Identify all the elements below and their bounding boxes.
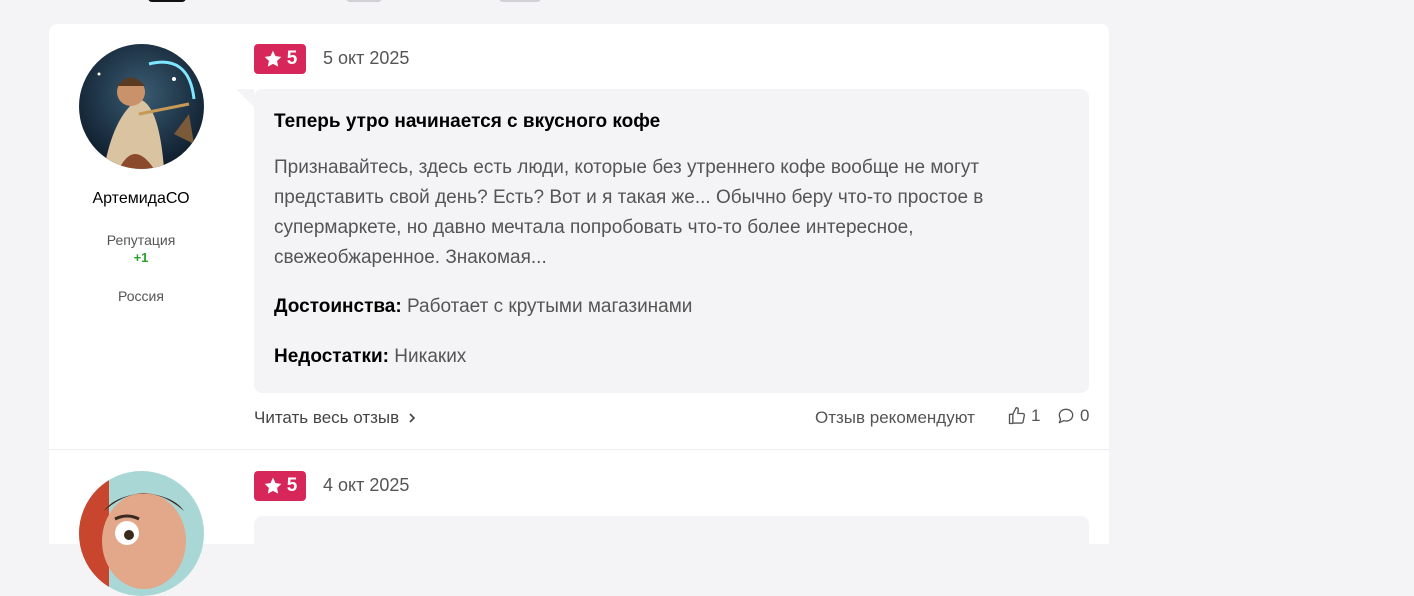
pros-label: Достоинства: [274,296,402,317]
rating-value: 5 [286,48,298,69]
review-date: 4 окт 2025 [323,475,410,495]
avatar-image [79,44,204,169]
review-body [254,516,1089,576]
cons-text: Никаких [394,346,467,367]
rating-badge: 5 [254,471,306,501]
star-icon [264,50,282,67]
author-name[interactable]: АртемидаСО [49,190,233,208]
comments-button[interactable]: 0 [1056,406,1089,426]
cons-label: Недостатки: [274,346,389,367]
pros-text: Работает с крутыми магазинами [406,296,693,317]
review-body: Теперь утро начинается с вкусного кофе П… [236,89,1089,393]
avatar-image [79,471,204,596]
rating-value: 5 [286,475,298,496]
review-pros: Достоинства: Работает с крутыми магазина… [274,296,692,318]
review-cons: Недостатки: Никаких [274,346,466,368]
reviews-card: АртемидаСО Репутация +1 Россия 5 5 окт 2… [49,24,1109,596]
rating-badge: 5 [254,44,306,74]
avatar[interactable] [79,471,204,596]
reputation-label: Репутация [106,232,176,248]
like-button[interactable]: 1 [1007,406,1040,426]
review-title[interactable]: Теперь утро начинается с вкусного кофе [274,111,660,133]
review-date: 5 окт 2025 [323,48,410,68]
review-item: 5 4 окт 2025 [49,451,1109,596]
tab-pill[interactable] [148,0,186,2]
recommend-label: Отзыв рекомендуют [815,408,975,427]
likes-count: 1 [1031,406,1041,425]
comment-icon [1058,408,1074,424]
review-item: АртемидаСО Репутация +1 Россия 5 5 окт 2… [49,24,1109,450]
thumbs-up-icon [1008,407,1026,425]
tab-pill[interactable] [499,0,541,2]
review-text: Признавайтесь, здесь есть люди, которые … [274,157,984,268]
top-tabs-strip [0,0,1414,4]
avatar[interactable] [79,44,204,169]
read-more-label: Читать весь отзыв [254,408,400,427]
author-country: Россия [118,288,164,304]
comments-count: 0 [1080,406,1090,425]
chevron-right-icon [409,413,416,423]
reputation-value: +1 [133,250,149,265]
read-more-link[interactable]: Читать весь отзыв [254,408,417,428]
tab-pill[interactable] [346,0,382,2]
star-icon [264,477,282,494]
